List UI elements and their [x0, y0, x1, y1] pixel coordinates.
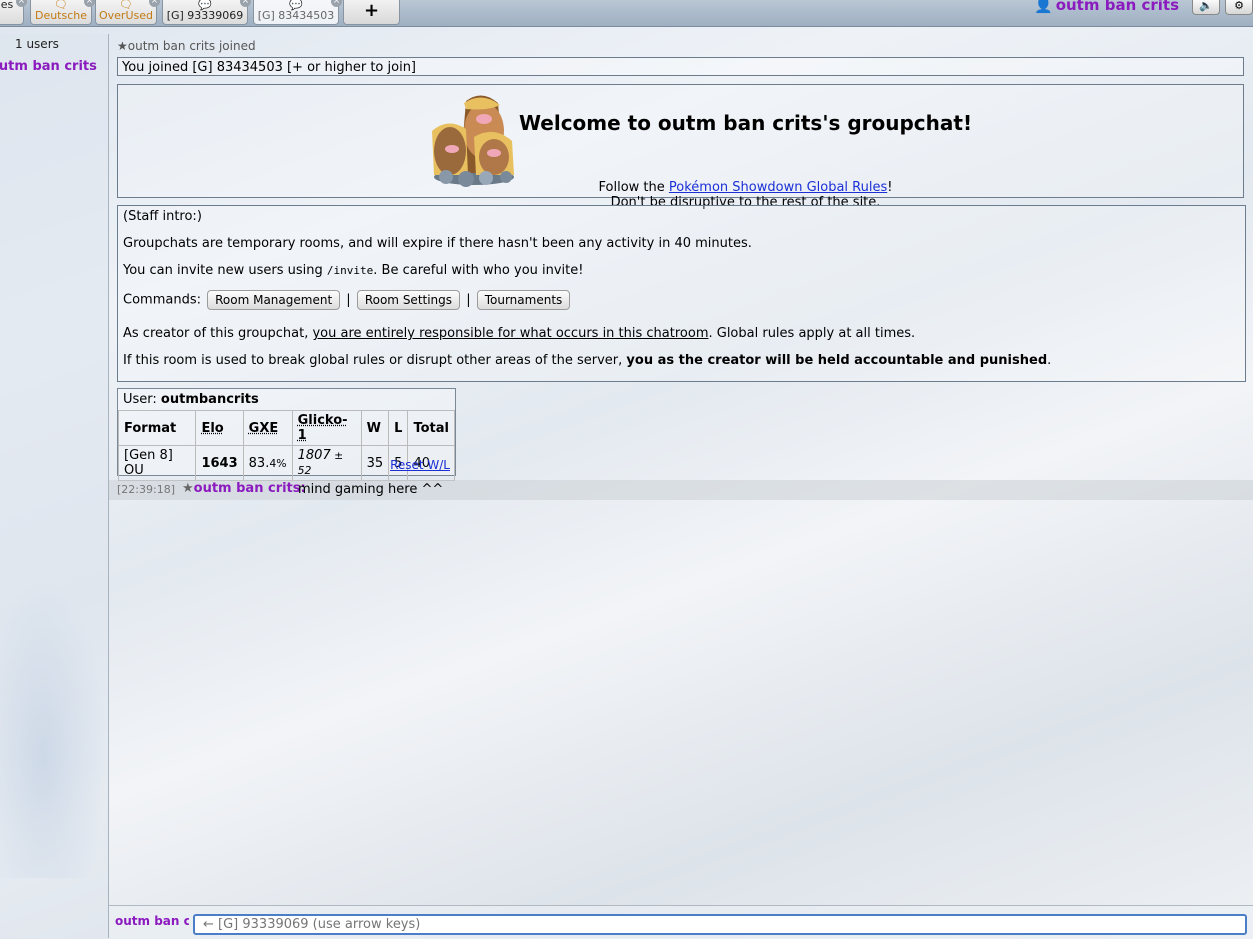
join-notice-text: outm ban crits joined: [127, 39, 256, 53]
tab-deutsche[interactable]: 🗨 Deutsche ×: [30, 0, 95, 25]
close-icon[interactable]: ×: [240, 0, 251, 7]
tab-groupchat-83434503[interactable]: 💬 [G] 83434503 ×: [253, 0, 342, 25]
tab-groupchat-83434503-label: [G] 83434503: [257, 9, 335, 22]
message-input[interactable]: [193, 914, 1247, 935]
welcome-rules-line: Follow the Pokémon Showdown Global Rules…: [118, 180, 1243, 195]
stats-user: User: outmbancrits: [123, 392, 259, 407]
chat-log: ★outm ban crits joined You joined [G] 83…: [109, 34, 1253, 902]
staff-commands-row: Commands: Room Management | Room Setting…: [123, 290, 572, 310]
message-composer: outm ban c: [109, 905, 1253, 939]
staff-creator-text: As creator of this groupchat, you are en…: [123, 326, 915, 341]
tournaments-button[interactable]: Tournaments: [476, 290, 571, 310]
chat-bubble-icon: 💬: [198, 0, 212, 11]
header-glicko-label: Glicko-1: [297, 413, 348, 443]
staff-expire-text: Groupchats are temporary rooms, and will…: [123, 236, 752, 251]
cell-format: [Gen 8] OU: [117, 445, 197, 481]
cell-gxe-decimal: 4%: [269, 456, 287, 470]
header-elo-label: Elo: [201, 420, 224, 436]
user-stats-box: User: outmbancrits Format Elo GXE Glicko…: [117, 388, 456, 481]
cell-w: 35: [360, 445, 390, 481]
welcome-follow-prefix: Follow the: [598, 180, 669, 195]
cell-elo: 1643: [195, 445, 244, 481]
header-total: Total: [407, 410, 455, 446]
punish-prefix: If this room is used to break global rul…: [123, 353, 627, 368]
punish-bold: you as the creator will be held accounta…: [626, 353, 1048, 368]
sound-button[interactable]: 🔈: [1192, 0, 1220, 15]
user-list: 1 users outm ban crits: [0, 34, 109, 938]
gear-icon: ⚙: [1234, 0, 1244, 12]
table-header-row: Format Elo GXE Glicko-1 W L Total: [117, 410, 455, 446]
chat-message: [22:39:18] ★outm ban crits: mind gaming …: [109, 480, 1253, 500]
close-icon[interactable]: ×: [16, 0, 27, 7]
settings-button[interactable]: ⚙: [1225, 0, 1253, 15]
tab-overused[interactable]: 🗨 OverUsed ×: [95, 0, 160, 25]
creator-prefix: As creator of this groupchat,: [123, 326, 313, 341]
close-icon[interactable]: ×: [84, 0, 95, 7]
creator-underlined: you are entirely responsible for what oc…: [312, 326, 709, 341]
welcome-follow-suffix: !: [887, 180, 893, 195]
staff-invite-text: You can invite new users using /invite. …: [123, 263, 583, 278]
header-format: Format: [117, 410, 197, 446]
tab-groupchat-93339069[interactable]: 💬 [G] 93339069 ×: [162, 0, 251, 25]
invite-suffix: . Be careful with who you invite!: [373, 263, 584, 278]
message-timestamp: [22:39:18]: [117, 483, 175, 496]
header-glicko: Glicko-1: [291, 410, 362, 446]
header-w: W: [360, 410, 390, 446]
commands-label: Commands:: [123, 292, 201, 308]
welcome-box: Welcome to outm ban crits's groupchat! F…: [117, 84, 1244, 210]
punish-suffix: .: [1047, 353, 1052, 368]
tab-groupchat-93339069-label: [G] 93339069: [166, 9, 244, 22]
message-author-name: outm ban crits:: [193, 481, 306, 496]
cell-gxe: 83.4%: [242, 445, 293, 481]
user-count: 1 users: [15, 37, 59, 51]
staff-intro-heading: (Staff intro:): [123, 209, 202, 224]
separator: |: [346, 292, 351, 308]
header-username-label: outm ban crits: [1055, 0, 1179, 14]
user-list-item[interactable]: outm ban crits: [0, 59, 97, 74]
global-rules-link[interactable]: Pokémon Showdown Global Rules: [669, 180, 887, 195]
tab-bar: es × 🗨 Deutsche × 🗨 OverUsed × 💬 [G] 933…: [0, 0, 1253, 27]
user-icon: 👤: [1034, 0, 1053, 14]
cell-glicko-value: 1807: [297, 448, 331, 463]
star-icon: ★: [182, 481, 194, 496]
staff-punish-text: If this room is used to break global rul…: [123, 353, 1051, 368]
tab-deutsche-label: Deutsche: [34, 9, 88, 22]
stats-user-label: User:: [123, 392, 161, 407]
staff-intro-box: (Staff intro:) Groupchats are temporary …: [117, 205, 1246, 382]
close-icon[interactable]: ×: [149, 0, 160, 7]
message-text: mind gaming here ^^: [298, 482, 444, 497]
chat-bubble-icon: 🗨: [119, 0, 133, 11]
creator-suffix: . Global rules apply at all times.: [708, 326, 916, 341]
joined-room-box: You joined [G] 83434503 [+ or higher to …: [117, 57, 1244, 76]
close-icon[interactable]: ×: [331, 0, 342, 7]
separator: |: [466, 292, 471, 308]
header-elo: Elo: [195, 410, 244, 446]
new-tab-button[interactable]: +: [343, 0, 400, 25]
plus-icon: +: [363, 0, 380, 21]
reset-wl-link[interactable]: Reset W/L: [390, 458, 450, 472]
header-username[interactable]: 👤 outm ban crits: [1034, 0, 1179, 14]
tab-overused-label: OverUsed: [99, 9, 153, 22]
background-art: [0, 578, 108, 878]
invite-prefix: You can invite new users using: [123, 263, 327, 278]
speaker-icon: 🔈: [1199, 0, 1213, 12]
cell-glicko: 1807 ± 52: [291, 445, 362, 481]
message-author[interactable]: ★outm ban crits:: [182, 481, 306, 496]
cell-gxe-value: 83.: [248, 455, 270, 471]
room-settings-button[interactable]: Room Settings: [356, 290, 461, 310]
header-l: L: [388, 410, 409, 446]
composer-username[interactable]: outm ban c: [115, 914, 189, 928]
join-notice: ★outm ban crits joined: [117, 39, 256, 53]
invite-command: /invite: [326, 264, 374, 277]
welcome-title: Welcome to outm ban crits's groupchat!: [518, 111, 973, 135]
header-gxe: GXE: [242, 410, 293, 446]
header-gxe-label: GXE: [248, 420, 279, 436]
cell-elo-value: 1643: [201, 455, 238, 471]
chat-bubble-icon: 💬: [289, 0, 303, 11]
chat-bubble-icon: 🗨: [54, 0, 68, 11]
room-management-button[interactable]: Room Management: [207, 290, 341, 310]
dugtrio-icon: [432, 95, 514, 187]
stats-user-name: outmbancrits: [160, 392, 259, 407]
tab-partial[interactable]: es ×: [0, 0, 27, 25]
